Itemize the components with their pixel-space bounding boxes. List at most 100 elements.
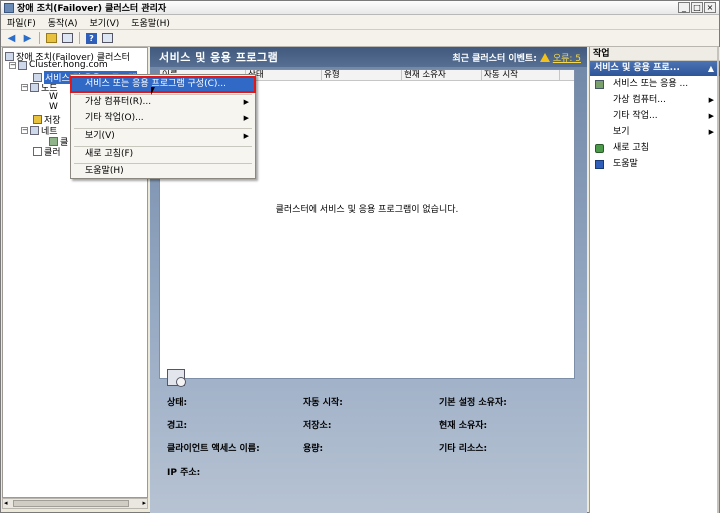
ctx-more-actions[interactable]: 기타 작업(O)... ▶ bbox=[71, 111, 255, 126]
help-button[interactable]: ? bbox=[85, 32, 98, 44]
prop-alert: 경고: bbox=[167, 421, 188, 431]
refresh-icon bbox=[595, 144, 604, 153]
action-more-actions[interactable]: 기타 작업... ▶ bbox=[590, 108, 719, 124]
column-type[interactable]: 유형 bbox=[322, 70, 402, 81]
folder-up-icon bbox=[46, 33, 57, 43]
action-virtual-machines[interactable]: 가상 컴퓨터... ▶ bbox=[590, 92, 719, 108]
actions-section-label: 서비스 및 응용 프로... bbox=[594, 63, 680, 73]
ctx-configure-service[interactable]: 서비스 또는 응용 프로그램 구성(C)... bbox=[70, 76, 256, 93]
collapse-icon[interactable]: − bbox=[21, 127, 28, 134]
tree-horizontal-scrollbar[interactable]: ◂ ▸ bbox=[2, 498, 148, 509]
up-level-button[interactable] bbox=[45, 32, 58, 44]
submenu-arrow-icon: ▶ bbox=[708, 96, 714, 104]
prop-current-owner: 현재 소유자: bbox=[439, 421, 488, 431]
configure-service-icon bbox=[595, 80, 604, 89]
empty-list-message: 클러스터에 서비스 및 응용 프로그램이 없습니다. bbox=[275, 205, 459, 215]
prop-other-resources: 기타 리소스: bbox=[439, 444, 488, 454]
scroll-right-icon[interactable]: ▸ bbox=[142, 499, 146, 507]
tree-cluster[interactable]: − Cluster.hong.com bbox=[9, 60, 108, 70]
console-tree-icon bbox=[62, 33, 73, 43]
submenu-arrow-icon: ▶ bbox=[243, 98, 249, 106]
window-title: 장애 조치(Failover) 클러스터 관리자 bbox=[17, 4, 167, 14]
action-label: 도움말 bbox=[613, 159, 638, 169]
action-view[interactable]: 보기 ▶ bbox=[590, 124, 719, 140]
cluster-icon bbox=[18, 60, 27, 70]
minimize-button[interactable]: _ bbox=[678, 2, 690, 13]
scroll-left-icon[interactable]: ◂ bbox=[4, 499, 8, 507]
maximize-button[interactable]: □ bbox=[691, 2, 703, 13]
help-icon: ? bbox=[86, 32, 97, 44]
toolbar: ◀ ▶ ? bbox=[1, 30, 719, 47]
tree-events[interactable]: 클러 bbox=[33, 145, 61, 158]
menu-action[interactable]: 동작(A) bbox=[42, 16, 84, 29]
action-pane-icon bbox=[102, 33, 113, 43]
prop-auto-start: 자동 시작: bbox=[303, 398, 343, 408]
recent-events: 최근 클러스터 이벤트: 오류: 5 bbox=[452, 51, 581, 64]
ctx-refresh[interactable]: 새로 고침(F) bbox=[71, 147, 255, 162]
ctx-label: 가상 컴퓨터(R)... bbox=[85, 97, 152, 107]
submenu-arrow-icon: ▶ bbox=[243, 132, 249, 140]
prop-preferred-owner: 기본 설정 소유자: bbox=[439, 398, 507, 408]
ctx-label: 기타 작업(O)... bbox=[85, 113, 144, 123]
storage-icon bbox=[33, 115, 42, 124]
action-refresh[interactable]: 새로 고침 bbox=[590, 140, 719, 156]
prop-client-access-name: 클라이언트 액세스 이름: bbox=[167, 444, 260, 454]
menu-bar: 파일(F) 동작(A) 보기(V) 도움말(H) bbox=[1, 15, 719, 30]
submenu-arrow-icon: ▶ bbox=[708, 128, 714, 136]
prop-storage: 저장소: bbox=[303, 421, 332, 431]
prop-ip-address: IP 주소: bbox=[167, 468, 201, 478]
tree-node-1-label: W bbox=[49, 92, 58, 102]
ctx-virtual-machines[interactable]: 가상 컴퓨터(R)... ▶ bbox=[71, 95, 255, 110]
show-action-pane-button[interactable] bbox=[101, 32, 114, 44]
recent-events-label: 최근 클러스터 이벤트: bbox=[452, 54, 537, 64]
ctx-view[interactable]: 보기(V) ▶ bbox=[71, 129, 255, 144]
window-right-edge bbox=[717, 47, 719, 513]
action-label: 새로 고침 bbox=[613, 143, 649, 153]
show-hide-tree-button[interactable] bbox=[61, 32, 74, 44]
menu-help[interactable]: 도움말(H) bbox=[125, 16, 176, 29]
action-configure-service[interactable]: 서비스 또는 응용 ... bbox=[590, 76, 719, 92]
action-help[interactable]: 도움말 bbox=[590, 156, 719, 172]
action-label: 보기 bbox=[613, 127, 630, 137]
menu-file[interactable]: 파일(F) bbox=[1, 16, 42, 29]
tree-node-2-label: W bbox=[49, 102, 58, 112]
mouse-pointer-icon bbox=[151, 87, 155, 95]
details-title: 서비스 및 응용 프로그램 bbox=[159, 51, 279, 64]
tree-cluster-label: Cluster.hong.com bbox=[29, 60, 108, 70]
menu-view[interactable]: 보기(V) bbox=[84, 16, 126, 29]
cluster-manager-icon bbox=[4, 2, 14, 13]
actions-pane: 작업 서비스 및 응용 프로... ▲ 서비스 또는 응용 ... 가상 컴퓨터… bbox=[589, 47, 720, 513]
nodes-icon bbox=[30, 83, 39, 92]
close-button[interactable]: × bbox=[704, 2, 716, 13]
back-arrow-icon[interactable]: ◀ bbox=[5, 32, 18, 44]
tree-events-label: 클러 bbox=[44, 148, 61, 158]
scroll-thumb[interactable] bbox=[13, 500, 129, 507]
column-auto-start[interactable]: 자동 시작 bbox=[482, 70, 560, 81]
events-error-link[interactable]: 오류: 5 bbox=[553, 51, 581, 64]
action-label: 기타 작업... bbox=[613, 111, 658, 121]
tree-network-1-label: 클 bbox=[60, 138, 69, 148]
actions-section-header[interactable]: 서비스 및 응용 프로... ▲ bbox=[590, 61, 720, 76]
title-bar: 장애 조치(Failover) 클러스터 관리자 _ □ × bbox=[1, 1, 719, 15]
events-icon bbox=[33, 147, 42, 156]
collapse-up-icon[interactable]: ▲ bbox=[708, 61, 714, 76]
column-status[interactable]: 상태 bbox=[246, 70, 322, 81]
app-window: 장애 조치(Failover) 클러스터 관리자 _ □ × 파일(F) 동작(… bbox=[0, 0, 720, 513]
forward-arrow-icon[interactable]: ▶ bbox=[21, 32, 34, 44]
warning-icon bbox=[539, 53, 550, 62]
ctx-help[interactable]: 도움말(H) bbox=[71, 164, 255, 179]
collapse-icon[interactable]: − bbox=[21, 84, 28, 91]
submenu-arrow-icon: ▶ bbox=[708, 112, 714, 120]
prop-capacity: 용량: bbox=[303, 444, 324, 454]
toolbar-separator bbox=[39, 32, 40, 44]
prop-status: 상태: bbox=[167, 398, 188, 408]
column-current-owner[interactable]: 현재 소유자 bbox=[402, 70, 482, 81]
actions-header: 작업 bbox=[590, 47, 720, 61]
tree-node-1[interactable]: W bbox=[49, 92, 58, 102]
action-label: 가상 컴퓨터... bbox=[613, 95, 666, 105]
tree-node-2[interactable]: W bbox=[49, 102, 58, 112]
collapse-icon[interactable]: − bbox=[9, 61, 16, 69]
action-label: 서비스 또는 응용 ... bbox=[613, 79, 689, 89]
properties-panel: 상태: 경고: 클라이언트 액세스 이름: IP 주소: 자동 시작: 저장소:… bbox=[159, 357, 579, 507]
submenu-arrow-icon: ▶ bbox=[243, 114, 249, 122]
